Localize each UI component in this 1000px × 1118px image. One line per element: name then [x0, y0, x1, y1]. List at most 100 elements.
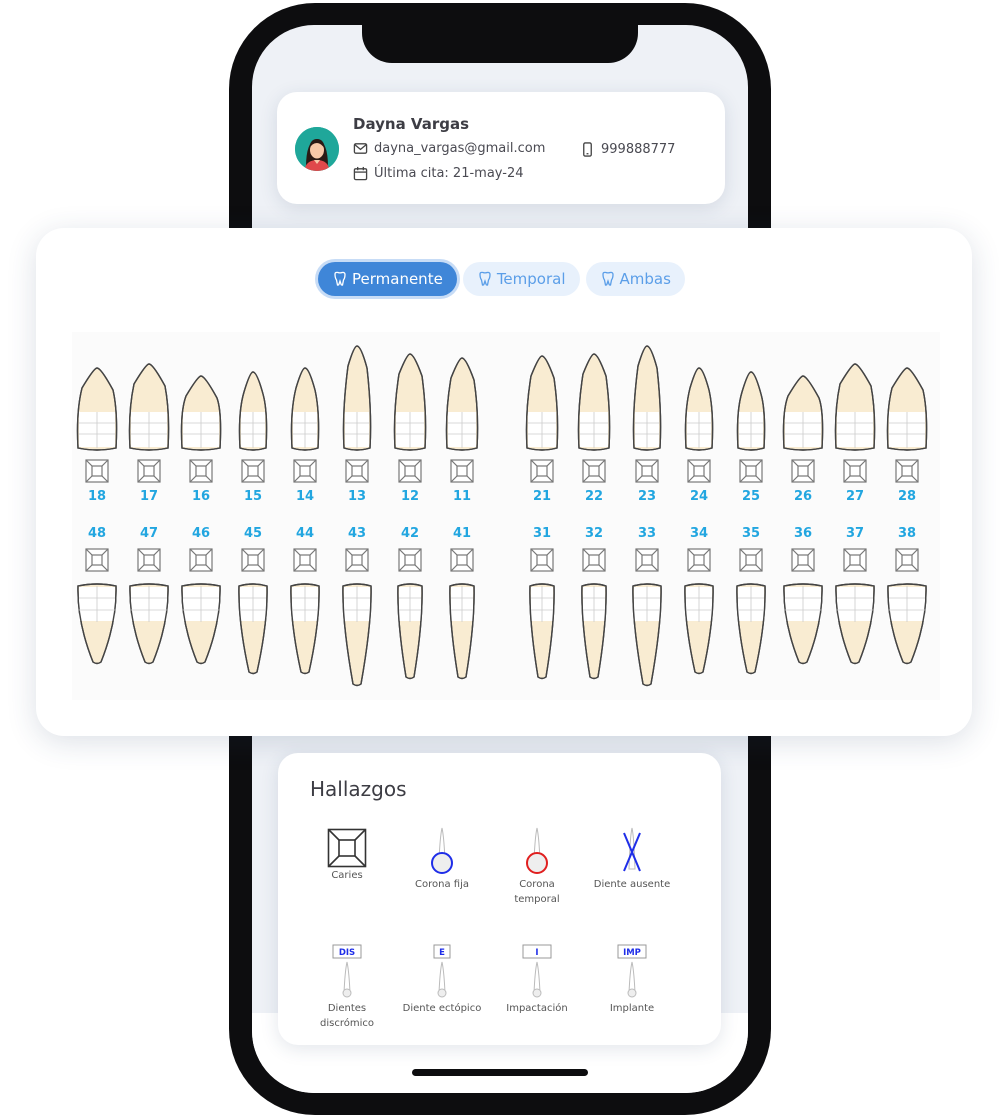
tooth-number: 28: [897, 489, 917, 504]
tooth-upper-26[interactable]: [782, 375, 824, 451]
tooth-lower-42[interactable]: [397, 583, 423, 680]
finding-label: Corona temporal: [514, 879, 560, 905]
caries-box-38[interactable]: [895, 548, 919, 572]
caries-box-41[interactable]: [450, 548, 474, 572]
caries-box-27[interactable]: [843, 459, 867, 483]
caries-box-15[interactable]: [241, 459, 265, 483]
caries-box-36[interactable]: [791, 548, 815, 572]
tooth-number: 44: [295, 526, 315, 541]
tab-ambas[interactable]: Ambas: [585, 262, 685, 296]
tooth-lower-41[interactable]: [449, 583, 475, 680]
mail-icon: [353, 143, 368, 154]
caries-box-11[interactable]: [450, 459, 474, 483]
tooth-upper-24[interactable]: [684, 367, 714, 451]
finding-diente-ausente[interactable]: Diente ausente: [584, 825, 680, 892]
tooth-upper-22[interactable]: [577, 353, 611, 451]
tooth-lower-32[interactable]: [581, 583, 607, 680]
tooth-lower-31[interactable]: [529, 583, 555, 680]
caries-box-44[interactable]: [293, 548, 317, 572]
tooth-upper-27[interactable]: [834, 363, 876, 451]
svg-text:I: I: [535, 948, 538, 958]
tooth-number: 41: [452, 526, 472, 541]
caries-box-26[interactable]: [791, 459, 815, 483]
dientes-discromico-icon: DIS: [332, 944, 362, 998]
finding-impactacion[interactable]: I Impactación: [489, 943, 585, 1016]
tooth-upper-14[interactable]: [290, 367, 320, 451]
finding-corona-temporal[interactable]: Corona temporal: [489, 825, 585, 907]
caries-box-17[interactable]: [137, 459, 161, 483]
caries-box-23[interactable]: [635, 459, 659, 483]
tooth-upper-15[interactable]: [238, 371, 268, 451]
tooth-upper-28[interactable]: [886, 367, 928, 451]
caries-box-24[interactable]: [687, 459, 711, 483]
phone-notch: [362, 3, 638, 63]
tooth-lower-37[interactable]: [835, 583, 875, 665]
finding-label: Dientes discrómico: [320, 1003, 374, 1029]
caries-box-47[interactable]: [137, 548, 161, 572]
diente-ausente-icon: [623, 827, 641, 872]
tooth-lower-47[interactable]: [129, 583, 169, 665]
tooth-upper-12[interactable]: [393, 353, 427, 451]
tooth-upper-23[interactable]: [632, 345, 662, 451]
caries-box-31[interactable]: [530, 548, 554, 572]
tooth-upper-17[interactable]: [128, 363, 170, 451]
caries-box-33[interactable]: [635, 548, 659, 572]
caries-box-14[interactable]: [293, 459, 317, 483]
finding-dientes-discromico[interactable]: DIS Dientes discrómico: [299, 943, 395, 1031]
caries-box-42[interactable]: [398, 548, 422, 572]
tooth-upper-21[interactable]: [525, 355, 559, 451]
caries-box-25[interactable]: [739, 459, 763, 483]
patient-email[interactable]: dayna_vargas@gmail.com: [374, 141, 545, 156]
tooth-lower-38[interactable]: [887, 583, 927, 665]
caries-box-46[interactable]: [189, 548, 213, 572]
caries-box-43[interactable]: [345, 548, 369, 572]
finding-diente-ectopico[interactable]: E Diente ectópico: [394, 943, 490, 1016]
caries-box-45[interactable]: [241, 548, 265, 572]
svg-text:IMP: IMP: [623, 948, 641, 958]
tooth-lower-45[interactable]: [238, 583, 268, 675]
home-indicator[interactable]: [412, 1069, 588, 1076]
caries-box-21[interactable]: [530, 459, 554, 483]
tooth-lower-36[interactable]: [783, 583, 823, 665]
finding-caries[interactable]: Caries: [299, 828, 395, 883]
tooth-lower-43[interactable]: [342, 583, 372, 687]
tab-permanente[interactable]: Permanente: [318, 262, 457, 296]
caries-box-28[interactable]: [895, 459, 919, 483]
caries-box-32[interactable]: [582, 548, 606, 572]
tooth-icon: [479, 271, 491, 286]
mobile-phone-icon: [583, 142, 592, 157]
caries-box-35[interactable]: [739, 548, 763, 572]
tooth-number: 36: [793, 526, 813, 541]
tooth-lower-46[interactable]: [181, 583, 221, 665]
caries-box-12[interactable]: [398, 459, 422, 483]
caries-box-16[interactable]: [189, 459, 213, 483]
tooth-lower-34[interactable]: [684, 583, 714, 675]
tooth-lower-48[interactable]: [77, 583, 117, 665]
tooth-upper-16[interactable]: [180, 375, 222, 451]
caries-box-22[interactable]: [582, 459, 606, 483]
tooth-lower-44[interactable]: [290, 583, 320, 675]
tooth-lower-33[interactable]: [632, 583, 662, 687]
last-visit-row: Última cita: 21-may-24: [353, 166, 524, 181]
finding-corona-fija[interactable]: Corona fija: [394, 825, 490, 892]
tooth-number: 13: [347, 489, 367, 504]
tooth-upper-11[interactable]: [445, 357, 479, 451]
tooth-upper-18[interactable]: [76, 367, 118, 451]
caries-icon: [327, 828, 367, 868]
odontogram-card: Permanente Temporal Ambas 18 48 17 47 16 46 15…: [36, 228, 972, 736]
tooth-upper-13[interactable]: [342, 345, 372, 451]
caries-box-34[interactable]: [687, 548, 711, 572]
caries-box-48[interactable]: [85, 548, 109, 572]
tab-temporal[interactable]: Temporal: [462, 262, 580, 296]
patient-phone[interactable]: 999888777: [601, 142, 675, 157]
patient-card[interactable]: Dayna Vargas dayna_vargas@gmail.com 9998…: [277, 92, 725, 204]
tooth-lower-35[interactable]: [736, 583, 766, 675]
caries-box-37[interactable]: [843, 548, 867, 572]
tooth-upper-25[interactable]: [736, 371, 766, 451]
caries-box-18[interactable]: [85, 459, 109, 483]
caries-box-13[interactable]: [345, 459, 369, 483]
tooth-number: 33: [637, 526, 657, 541]
implante-icon: IMP: [617, 944, 647, 998]
tooth-number: 31: [532, 526, 552, 541]
finding-implante[interactable]: IMP Implante: [584, 943, 680, 1016]
